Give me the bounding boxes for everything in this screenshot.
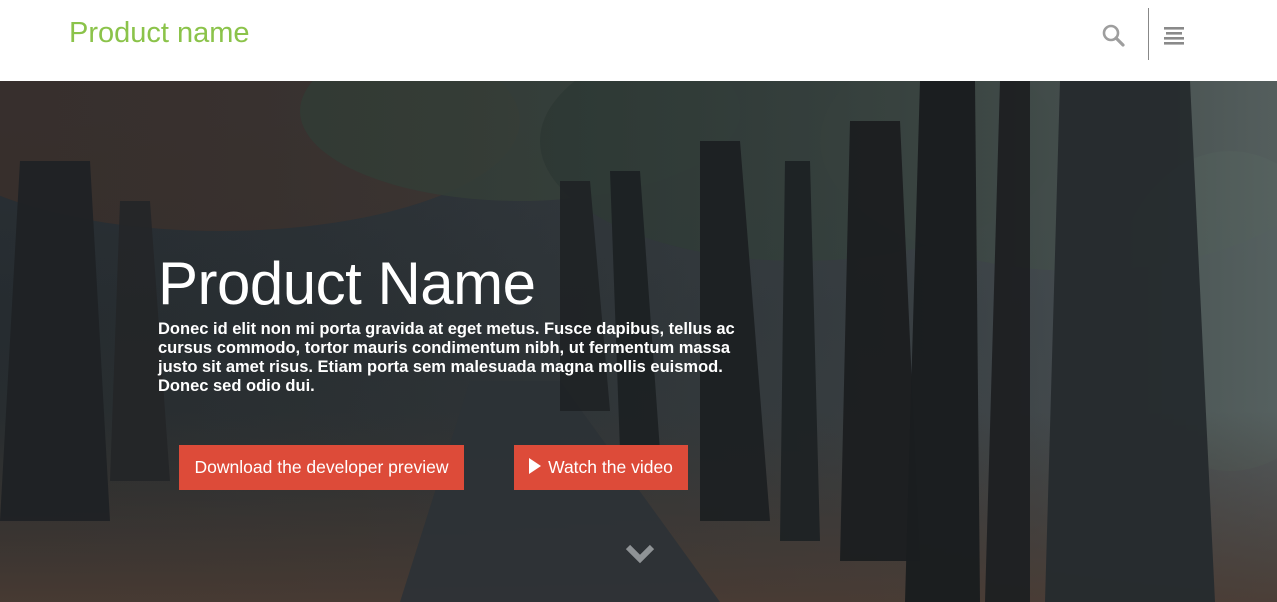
download-button-label: Download the developer preview xyxy=(194,457,449,477)
menu-button[interactable] xyxy=(1160,23,1188,49)
top-navigation-bar: Product name xyxy=(0,0,1277,81)
search-button[interactable] xyxy=(1100,22,1126,48)
download-developer-preview-button[interactable]: Download the developer preview xyxy=(179,445,464,490)
chevron-down-icon xyxy=(625,544,655,564)
hero-description: Donec id elit non mi porta gravida at eg… xyxy=(158,320,735,395)
search-icon xyxy=(1102,24,1125,47)
scroll-down-button[interactable] xyxy=(624,543,656,565)
hero-section: Product Name Donec id elit non mi porta … xyxy=(0,81,1277,602)
watch-video-label: Watch the video xyxy=(548,457,673,477)
header-divider xyxy=(1148,8,1149,60)
play-icon xyxy=(529,458,542,474)
hero-title: Product Name xyxy=(158,250,536,317)
watch-video-button[interactable]: Watch the video xyxy=(514,445,688,490)
brand-link[interactable]: Product name xyxy=(69,15,250,51)
menu-icon xyxy=(1164,27,1184,45)
